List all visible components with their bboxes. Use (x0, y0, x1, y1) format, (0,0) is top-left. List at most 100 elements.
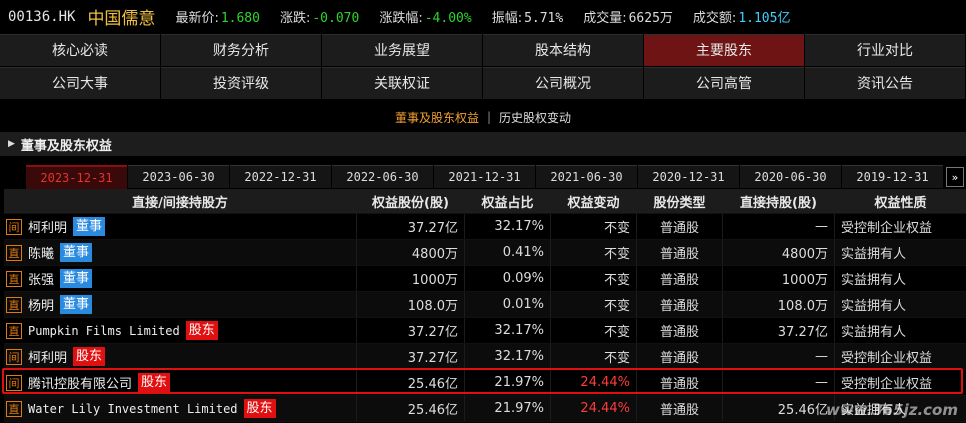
table-row[interactable]: 间腾讯控股有限公司 股东 25.46亿 21.97% 24.44% 普通股 — 受控制企业权益 (4, 370, 966, 396)
holder-name[interactable]: Water Lily Investment Limited (28, 402, 238, 416)
table-row[interactable]: 直陈曦 董事 4800万 0.41% 不变 普通股 4800万 实益拥有人 (4, 240, 966, 266)
col-nature[interactable]: 权益性质 (835, 189, 966, 213)
table-row[interactable]: 间柯利明 股东 37.27亿 32.17% 不变 普通股 — 受控制企业权益 (4, 344, 966, 370)
nav-tab[interactable]: 资讯公告 (805, 67, 966, 99)
more-dates-button[interactable]: » (946, 167, 964, 187)
shares-cell: 37.27亿 (357, 318, 465, 343)
quote-value: 6625万 (628, 11, 673, 26)
table-row[interactable]: 间柯利明 董事 37.27亿 32.17% 不变 普通股 — 受控制企业权益 (4, 214, 966, 240)
shares-cell: 4800万 (357, 240, 465, 265)
holder-cell: 直 Pumpkin Films Limited 股东 (4, 318, 357, 343)
date-tab[interactable]: 2021-12-31 (434, 165, 535, 188)
quote-value: 1.105亿 (738, 11, 791, 26)
nav-tab[interactable]: 财务分析 (161, 34, 322, 66)
holder-name[interactable]: 腾讯控股有限公司 (28, 373, 132, 392)
holder-name[interactable]: 陈曦 (28, 243, 54, 262)
quote-value: -0.070 (312, 11, 360, 26)
col-class[interactable]: 股份类型 (637, 189, 723, 213)
nav-tab[interactable]: 关联权证 (322, 67, 483, 99)
quote-label: 成交额: (692, 11, 737, 26)
holder-name[interactable]: 柯利明 (28, 217, 67, 236)
pct-cell: 0.01% (465, 292, 551, 317)
date-tab[interactable]: 2019-12-31 (842, 165, 943, 188)
holder-cell: 直杨明 董事 (4, 292, 357, 317)
section-title: 董事及股东权益 (20, 138, 112, 154)
nav-tab[interactable]: 主要股东 (644, 34, 805, 66)
col-holder[interactable]: 直接/间接持股方 (4, 189, 357, 213)
table-row[interactable]: 直杨明 董事 108.0万 0.01% 不变 普通股 108.0万 实益拥有人 (4, 292, 966, 318)
date-tab[interactable]: 2022-06-30 (332, 165, 433, 188)
nav-tab[interactable]: 公司大事 (0, 67, 161, 99)
date-tab[interactable]: 2022-12-31 (230, 165, 331, 188)
nav-tab[interactable]: 业务展望 (322, 34, 483, 66)
shares-cell: 25.46亿 (357, 370, 465, 395)
holding-type-badge: 直 (6, 244, 22, 261)
holder-cell: 间腾讯控股有限公司 股东 (4, 370, 357, 395)
holder-name[interactable]: 杨明 (28, 295, 54, 314)
date-tab[interactable]: 2020-06-30 (740, 165, 841, 188)
holding-type-badge: 直 (6, 400, 22, 417)
date-tab[interactable]: 2023-12-31 (26, 165, 127, 189)
pct-cell: 21.97% (465, 396, 551, 421)
direct-cell: 1000万 (723, 266, 835, 291)
role-badge: 董事 (60, 295, 93, 314)
nav-tab[interactable]: 股本结构 (483, 34, 644, 66)
class-cell: 普通股 (637, 292, 723, 317)
role-badge: 董事 (60, 243, 93, 262)
nature-cell: 实益拥有人 (841, 273, 907, 288)
role-badge: 股东 (73, 347, 106, 366)
pct-cell: 32.17% (465, 214, 551, 239)
date-tab[interactable]: 2020-12-31 (638, 165, 739, 188)
class-cell: 普通股 (637, 344, 723, 369)
tab-director-shareholder-equity[interactable]: 董事及股东权益 (395, 109, 479, 126)
table-row[interactable]: 直 Water Lily Investment Limited 股东 25.46亿 21… (4, 396, 966, 422)
table-row[interactable]: 直 Pumpkin Films Limited 股东 37.27亿 32.17% 不变 普通… (4, 318, 966, 344)
nav-tab[interactable]: 行业对比 (805, 34, 966, 66)
col-shares[interactable]: 权益股份(股) (357, 189, 465, 213)
direct-cell: 37.27亿 (723, 318, 835, 343)
nav-tab[interactable]: 核心必读 (0, 34, 161, 66)
quote-item: 最新价: 1.680 (175, 7, 260, 26)
role-badge: 股东 (138, 373, 171, 392)
stock-code: 00136.HK (8, 8, 76, 25)
nav-tab[interactable]: 公司概况 (483, 67, 644, 99)
col-change[interactable]: 权益变动 (551, 189, 637, 213)
report-date-tabs: 2023-12-31 2023-06-30 2022-12-31 2022-06-30… (26, 165, 964, 189)
equity-table: 直接/间接持股方 权益股份(股) 权益占比 权益变动 股份类型 直接持股(股) … (4, 189, 966, 422)
col-pct[interactable]: 权益占比 (465, 189, 551, 213)
direct-cell: 108.0万 (723, 292, 835, 317)
change-cell: 不变 (551, 318, 637, 343)
nav-tab[interactable]: 投资评级 (161, 67, 322, 99)
tab-separator: | (486, 110, 492, 124)
change-cell: 不变 (551, 266, 637, 291)
quote-label: 成交量: (583, 11, 627, 26)
stock-name: 中国儒意 (87, 9, 156, 29)
date-tab[interactable]: 2023-06-30 (128, 165, 229, 188)
holder-name[interactable]: 柯利明 (28, 347, 67, 366)
holding-type-badge: 直 (6, 270, 22, 287)
direct-cell: 4800万 (723, 240, 835, 265)
holder-name[interactable]: 张强 (28, 269, 54, 288)
class-cell: 普通股 (637, 370, 723, 395)
shares-cell: 25.46亿 (357, 396, 465, 421)
role-badge: 股东 (185, 321, 218, 340)
tab-history-equity-change[interactable]: 历史股权变动 (499, 109, 571, 126)
section-header[interactable]: ▶ 董事及股东权益 (0, 132, 966, 156)
pct-cell: 32.17% (465, 318, 551, 343)
shares-cell: 108.0万 (357, 292, 465, 317)
class-cell: 普通股 (637, 266, 723, 291)
expand-triangle-icon[interactable]: ▶ (8, 139, 15, 149)
pct-cell: 0.09% (465, 266, 551, 291)
pct-cell: 0.41% (465, 240, 551, 265)
nav-tab[interactable]: 公司高管 (644, 67, 805, 99)
quote-value: -4.00% (424, 11, 472, 26)
holder-name[interactable]: Pumpkin Films Limited (28, 324, 180, 338)
change-cell: 不变 (551, 344, 637, 369)
col-direct[interactable]: 直接持股(股) (723, 189, 835, 213)
table-row[interactable]: 直张强 董事 1000万 0.09% 不变 普通股 1000万 实益拥有人 (4, 266, 966, 292)
date-tab[interactable]: 2021-06-30 (536, 165, 637, 188)
quote-label: 振幅: (491, 11, 523, 26)
nature-cell: 受控制企业权益 (841, 377, 933, 392)
quote-label: 涨跌幅: (379, 11, 423, 26)
class-cell: 普通股 (637, 396, 723, 421)
